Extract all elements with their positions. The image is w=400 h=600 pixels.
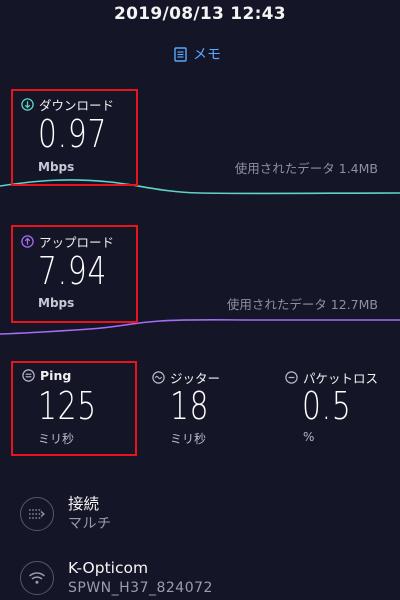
memo-button[interactable]: メモ: [174, 44, 221, 64]
ping-highlight-box: [11, 361, 137, 456]
upload-highlight-box: [11, 225, 138, 323]
network-ssid: SPWN_H37_824072: [68, 580, 213, 596]
network-text: K-Opticom SPWN_H37_824072: [68, 558, 213, 598]
packet-loss-icon: [285, 371, 298, 384]
connections-icon: [20, 497, 54, 531]
packet-loss-unit: %: [303, 430, 315, 444]
packet-loss-value: 0.5: [302, 384, 352, 428]
connection-mode-text: 接続 マルチ: [68, 494, 112, 534]
jitter-value: 18: [170, 384, 210, 428]
connection-mode-title: 接続: [68, 495, 100, 513]
download-highlight-box: [11, 89, 138, 186]
memo-icon: [174, 46, 187, 62]
memo-label: メモ: [193, 47, 221, 63]
jitter-unit: ミリ秒: [170, 432, 207, 446]
network-row[interactable]: K-Opticom SPWN_H37_824072: [20, 558, 213, 598]
speedtest-result-screen: 2019/08/13 12:43 メモ ダウンロード 0.97 Mbps 使用さ…: [0, 0, 400, 600]
network-provider: K-Opticom: [68, 559, 149, 577]
connection-mode-value: マルチ: [68, 516, 112, 532]
wifi-icon: [20, 561, 54, 595]
jitter-icon: [152, 371, 165, 384]
connection-mode-row[interactable]: 接続 マルチ: [20, 494, 112, 534]
result-timestamp: 2019/08/13 12:43: [114, 4, 286, 24]
